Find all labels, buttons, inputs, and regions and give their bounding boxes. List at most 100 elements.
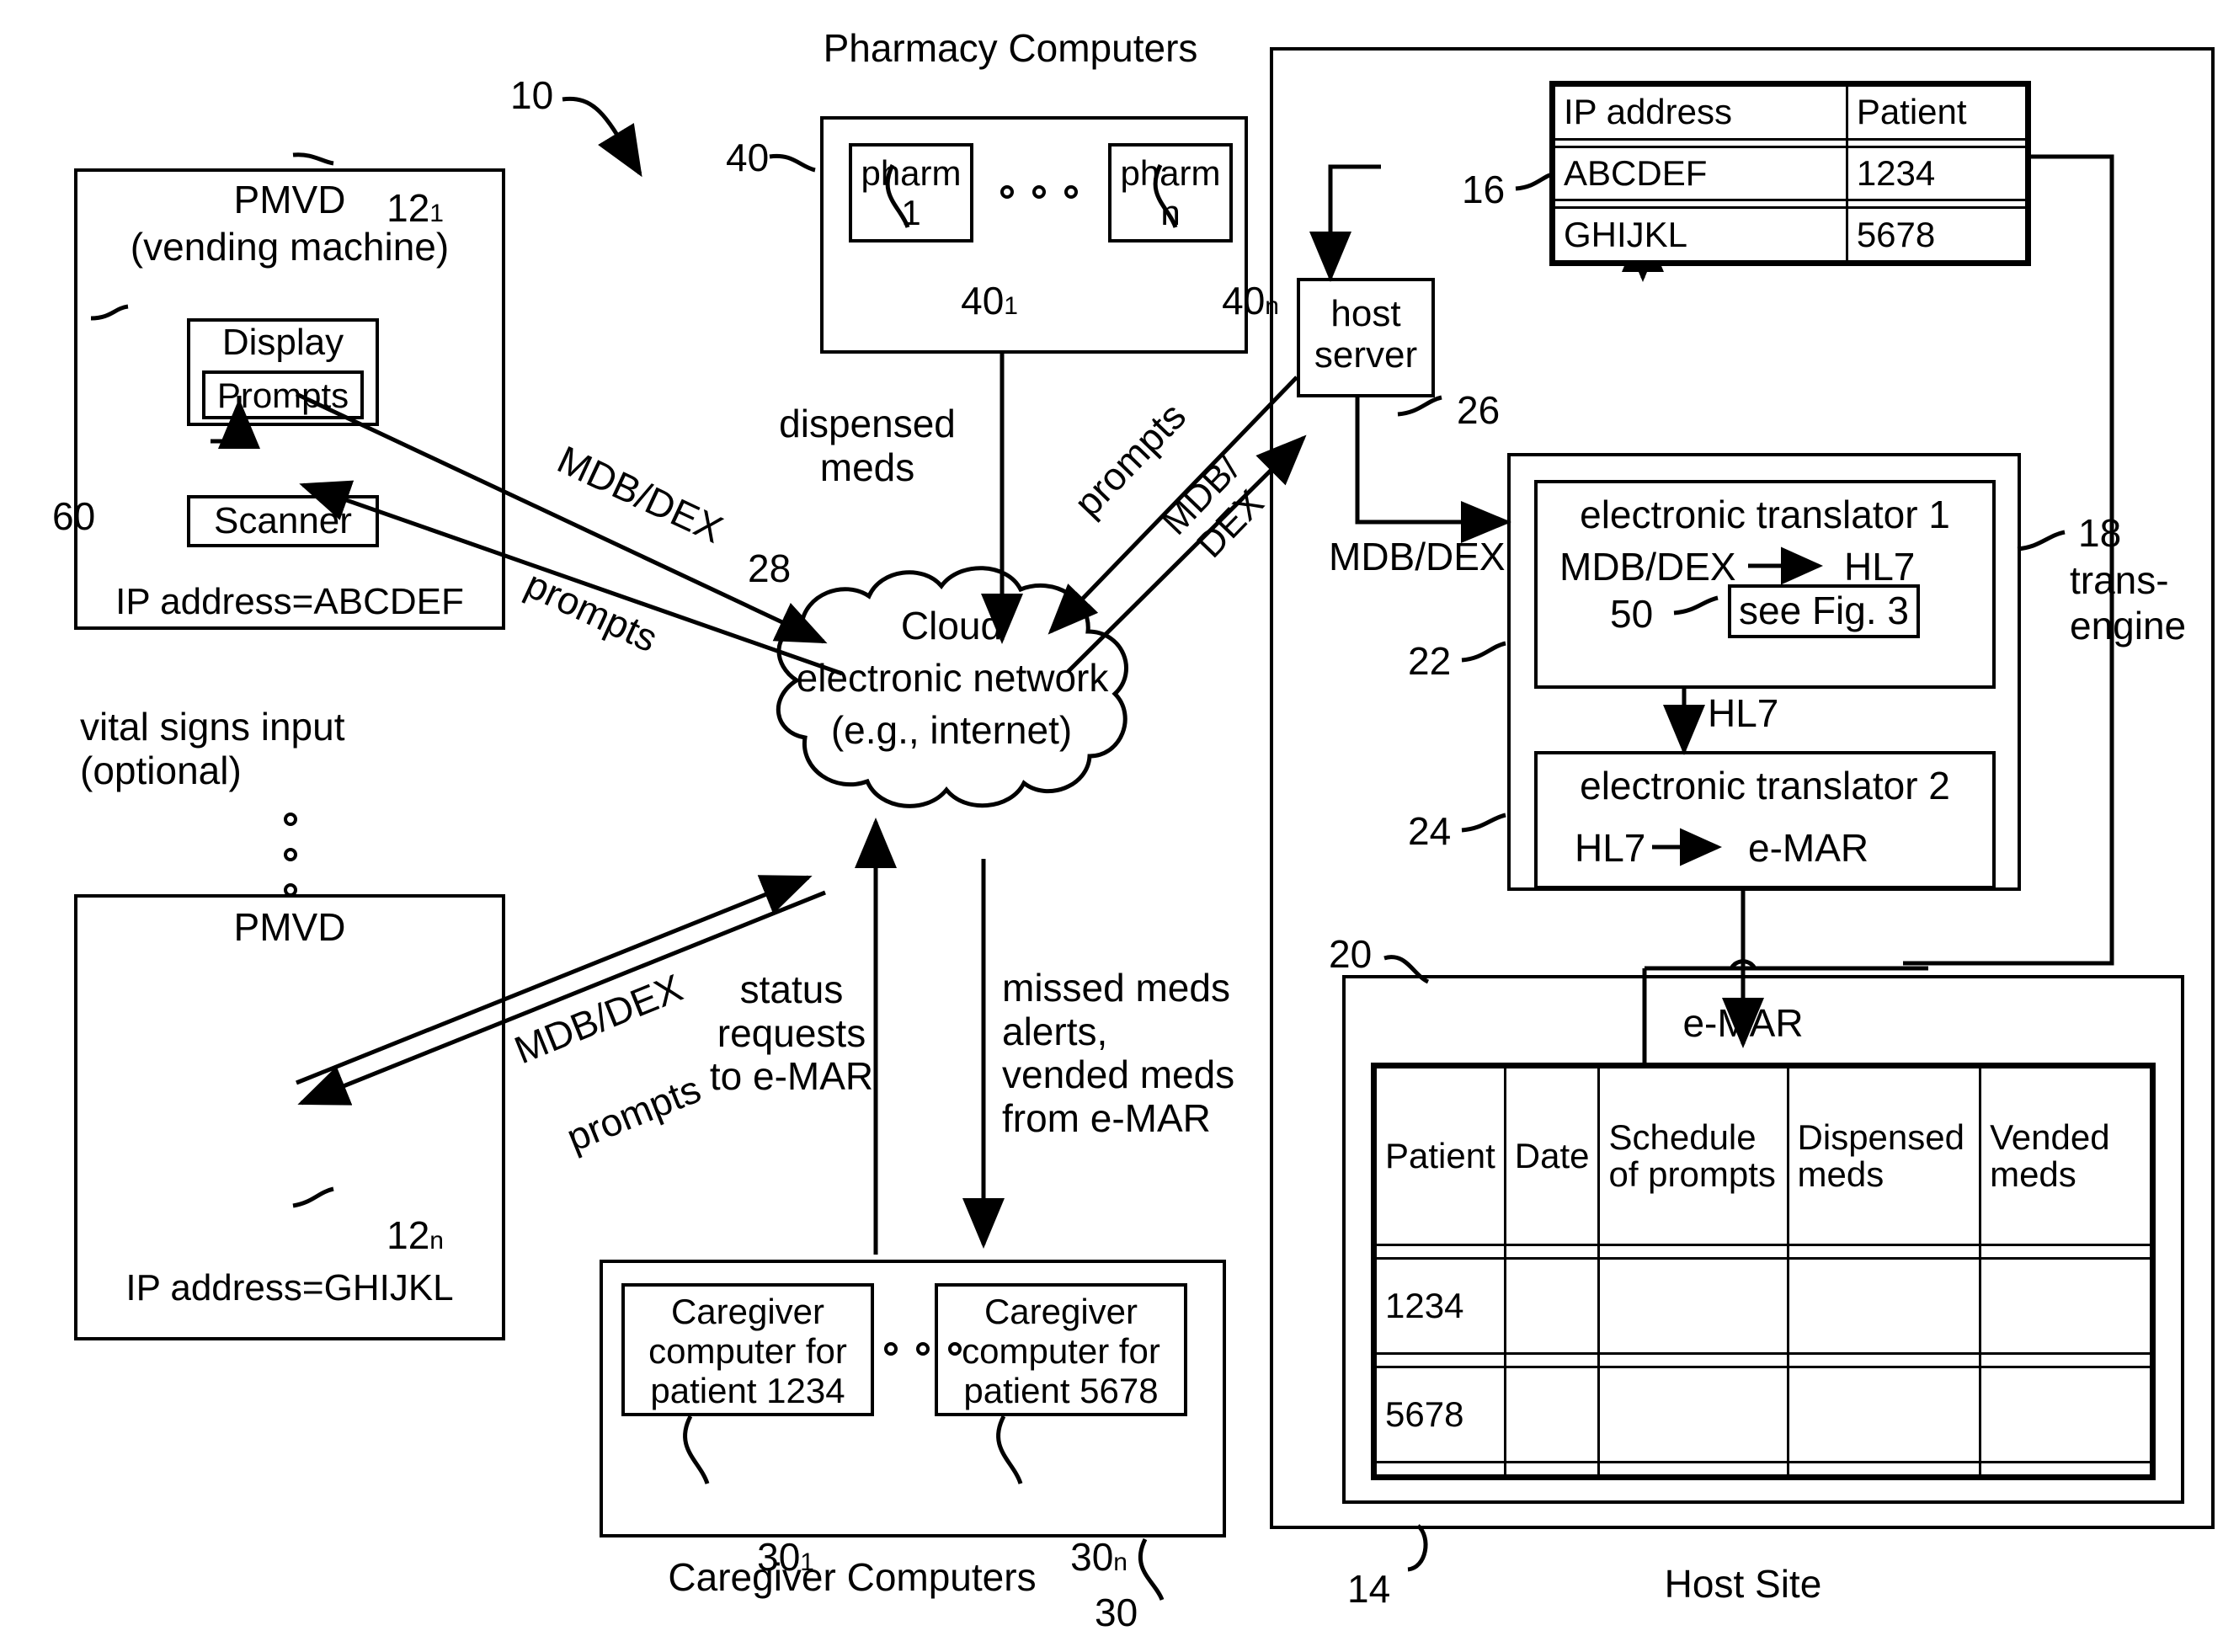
emar-cell [1786, 1244, 1982, 1260]
table-row[interactable] [1374, 1461, 2152, 1477]
see-fig-3-label: see Fig. 3 [1739, 589, 1909, 632]
emar-cell [1503, 1461, 1601, 1477]
table-row[interactable] [1553, 199, 2028, 210]
pharm-1-label: pharm 1 [861, 153, 962, 233]
ref-12-1-num: 12 [386, 185, 430, 230]
ref-18: 18 [2078, 511, 2122, 555]
emar-cell [1597, 1244, 1789, 1260]
host-server-label: host server [1314, 293, 1418, 376]
ip-table-cell [1845, 137, 2028, 148]
emar-cell [1979, 1461, 2152, 1477]
translator-2-from: HL7 [1575, 826, 1646, 870]
table-row[interactable] [1553, 137, 2028, 148]
ref-12-n-num: 12 [386, 1212, 430, 1257]
prompts-label: Prompts [216, 376, 349, 415]
emar-cell [1786, 1256, 1982, 1356]
display-label: Display [221, 322, 344, 363]
table-row[interactable] [1374, 1244, 2152, 1260]
emar-table[interactable]: Patient Date Schedule of prompts Dispens… [1371, 1063, 2156, 1480]
caregiver-n-label: Caregiver computer for patient 5678 [962, 1292, 1160, 1411]
ellipsis-dot [1032, 185, 1046, 199]
translator-2-title: electronic translator 2 [1580, 764, 1950, 807]
host-site-label: Host Site [1664, 1562, 1822, 1606]
emar-header-schedule: Schedule of prompts [1597, 1065, 1789, 1247]
leader-14 [1407, 1524, 1428, 1572]
label-mdbdex-host: MDB/DEX [1329, 535, 1506, 578]
ip-table-cell [1845, 199, 2028, 210]
translator-1-to: HL7 [1844, 545, 1916, 589]
ip-table-header-ip: IP address [1553, 84, 1848, 141]
ip-table-cell: GHIJKL [1553, 206, 1848, 263]
cloud-line2: electronic network [796, 656, 1109, 700]
emar-cell: 1234 [1374, 1256, 1506, 1356]
emar-cell [1597, 1256, 1789, 1356]
leader-40 [769, 153, 816, 173]
ellipsis-dot [284, 813, 297, 826]
ref-50: 50 [1610, 592, 1654, 636]
ref-40-1: 401 [918, 236, 1018, 366]
table-row[interactable]: GHIJKL 5678 [1553, 206, 2028, 263]
pharmacy-ellipsis [1000, 185, 1078, 199]
ref-12-1-sub: 1 [429, 199, 444, 227]
label-status-requests: status requests to e-MAR [709, 967, 874, 1099]
ip-table-cell: 1234 [1845, 145, 2028, 202]
ref-12-n-sub: n [429, 1226, 444, 1255]
ref-60: 60 [52, 494, 96, 538]
emar-cell [1374, 1352, 1506, 1368]
leader-30 [1138, 1537, 1165, 1601]
table-header-row: IP address Patient [1553, 84, 2028, 141]
leader-10 [562, 96, 642, 178]
translator-1-from: MDB/DEX [1559, 545, 1736, 589]
ref-30: 30 [1095, 1591, 1138, 1634]
leader-12-1 [292, 152, 334, 166]
emar-cell [1979, 1244, 2152, 1260]
ip-table-cell: ABCDEF [1553, 145, 1848, 202]
caregivers-heading: Caregiver Computers [668, 1555, 1037, 1599]
pmvd-vertical-ellipsis [284, 813, 297, 897]
ref-12-n: 12n [344, 1170, 444, 1301]
emar-cell [1597, 1365, 1789, 1464]
caregiver-1-label: Caregiver computer for patient 1234 [648, 1292, 847, 1411]
emar-cell [1503, 1365, 1601, 1464]
emar-header-dispensed: Dispensed meds [1786, 1065, 1982, 1247]
emar-cell [1374, 1461, 1506, 1477]
patent-figure-canvas: PMVD (vending machine) Display Prompts S… [0, 0, 2239, 1652]
ellipsis-dot [284, 848, 297, 861]
ip-table-cell: 5678 [1845, 206, 2028, 263]
pharm-n-label: pharm n [1120, 153, 1221, 233]
ellipsis-dot [1064, 185, 1078, 199]
emar-cell [1786, 1365, 1982, 1464]
emar-label: e-MAR [1682, 1001, 1804, 1045]
table-row[interactable]: 5678 [1374, 1365, 2152, 1464]
table-row[interactable]: 1234 [1374, 1256, 2152, 1356]
table-row[interactable] [1374, 1352, 2152, 1368]
label-mdbdex-top: MDB/DEX [551, 437, 730, 552]
ref-28: 28 [748, 546, 792, 590]
ref-40-1-num: 40 [961, 278, 1005, 322]
emar-cell [1503, 1256, 1601, 1356]
pharmacy-heading: Pharmacy Computers [823, 26, 1198, 70]
emar-cell [1597, 1352, 1789, 1368]
trans-engine-label-1: trans- [2070, 558, 2169, 602]
ref-10: 10 [510, 73, 554, 117]
ip-table-header-patient: Patient [1845, 84, 2028, 141]
pmvd-n-title: PMVD [233, 905, 346, 949]
translator-1-title: electronic translator 1 [1580, 493, 1950, 536]
label-dispensed-meds: dispensed meds [779, 402, 956, 489]
label-mdbdex-bottom: MDB/DEX [508, 965, 689, 1073]
ellipsis-dot [916, 1342, 930, 1356]
emar-header-vended: Vended meds [1979, 1065, 2152, 1247]
ellipsis-dot [948, 1342, 962, 1356]
emar-cell [1786, 1352, 1982, 1368]
emar-cell [1597, 1461, 1789, 1477]
ip-address-table[interactable]: IP address Patient ABCDEF 1234 GHIJKL 56… [1549, 81, 2031, 266]
pmvd-1-ip-label: IP address=ABCDEF [115, 581, 464, 622]
ref-22: 22 [1408, 639, 1452, 683]
emar-cell [1786, 1461, 1982, 1477]
table-row[interactable]: ABCDEF 1234 [1553, 145, 2028, 202]
ref-14: 14 [1347, 1567, 1391, 1611]
table-header-row: Patient Date Schedule of prompts Dispens… [1374, 1065, 2152, 1247]
emar-cell: 5678 [1374, 1365, 1506, 1464]
ref-24: 24 [1408, 809, 1452, 853]
translator-2-to: e-MAR [1748, 826, 1869, 870]
